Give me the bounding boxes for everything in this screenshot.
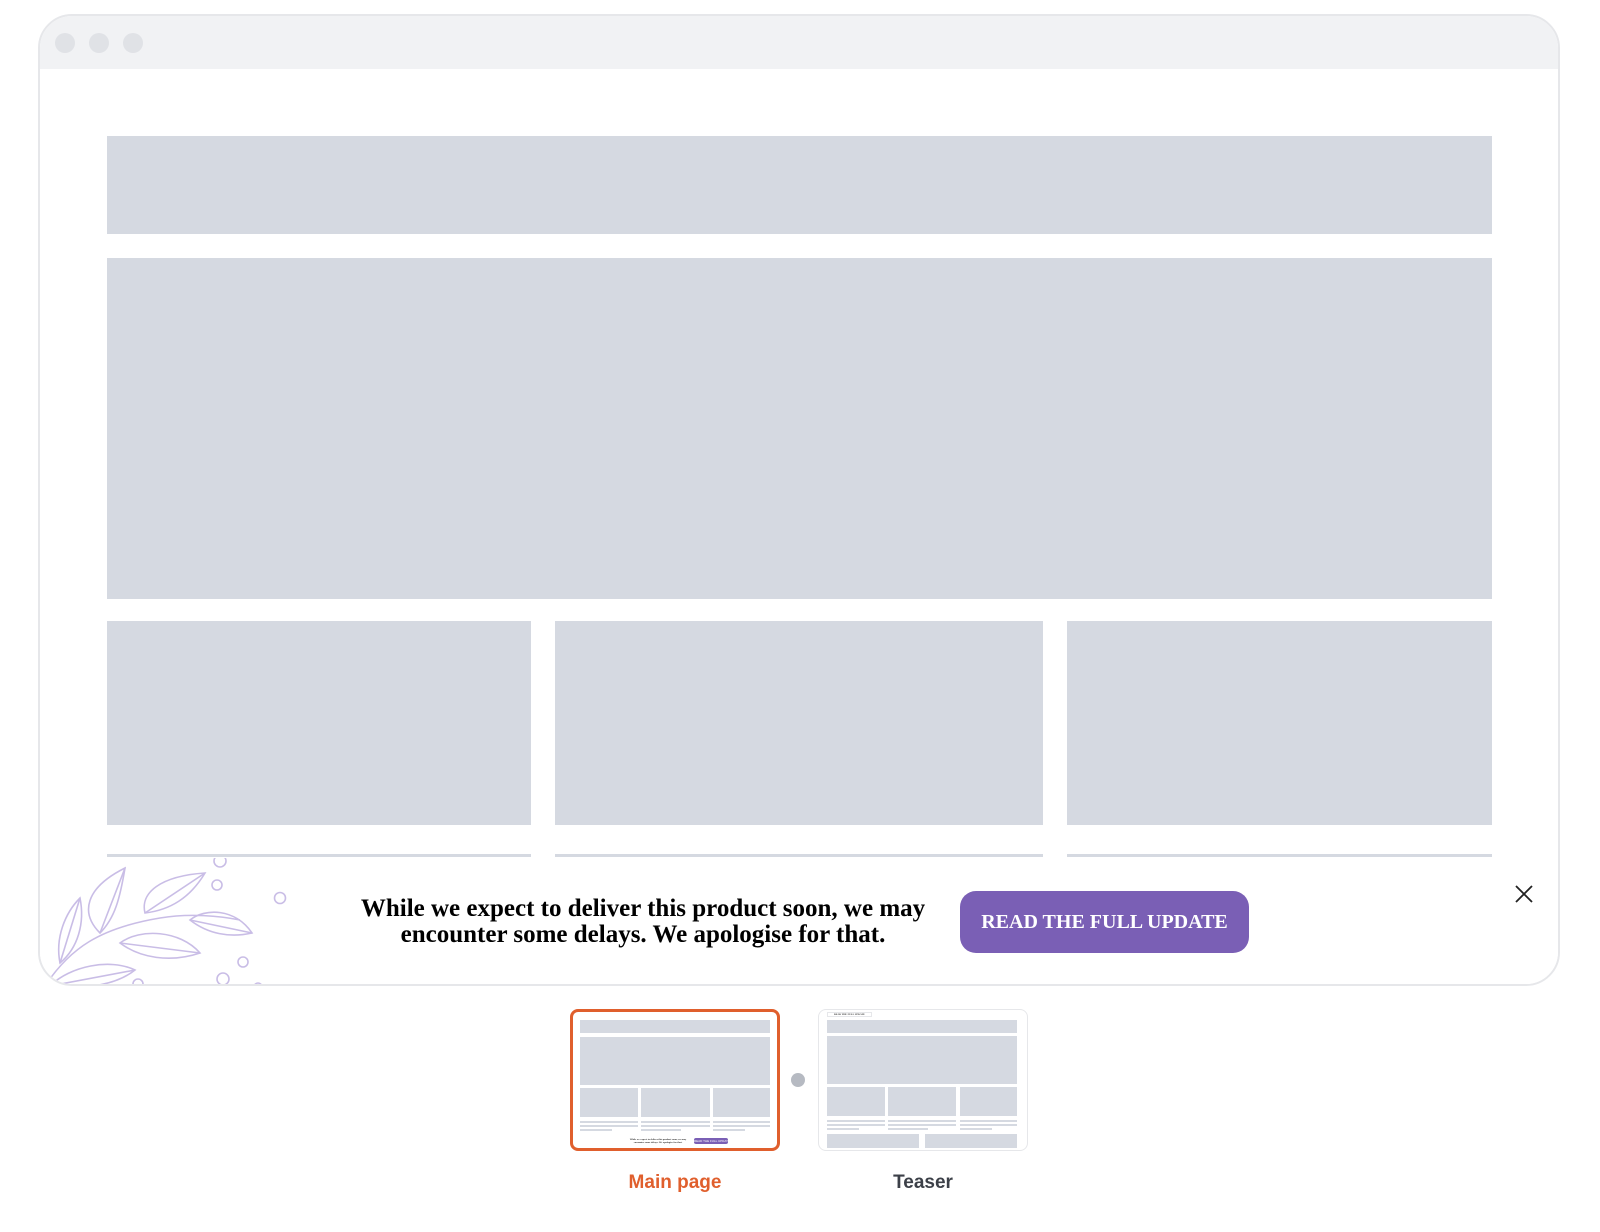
thumb-text-line [580, 1129, 612, 1131]
thumb-text-line [827, 1128, 859, 1130]
banner-message: While we expect to deliver this product … [340, 896, 946, 948]
placeholder-hero [107, 258, 1492, 599]
thumb-text-line [713, 1121, 770, 1123]
thumb-placeholder-header [827, 1020, 1017, 1033]
banner-message-line: While we expect to deliver this product … [360, 895, 926, 922]
thumb-placeholder-card [827, 1087, 885, 1116]
thumb-teaser-tab: READ THE FULL UPDATE [827, 1012, 872, 1017]
thumb-text-line [888, 1128, 928, 1130]
read-full-update-button[interactable]: READ THE FULL UPDATE [960, 891, 1249, 953]
thumbnail-teaser[interactable]: READ THE FULL UPDATE [818, 1009, 1028, 1151]
thumb-text-line [641, 1121, 710, 1123]
thumbnail-label-main-page[interactable]: Main page [570, 1172, 780, 1194]
placeholder-text-line [1067, 854, 1492, 857]
placeholder-card [107, 621, 531, 825]
thumb-text-line [888, 1124, 956, 1126]
thumb-placeholder-card [960, 1087, 1017, 1116]
thumb-placeholder-footer-block [827, 1134, 919, 1148]
thumb-placeholder-hero [827, 1036, 1017, 1084]
banner-message-line: encounter some delays. We apologise for … [400, 921, 886, 948]
placeholder-header [107, 136, 1492, 234]
thumb-placeholder-card [641, 1088, 710, 1117]
thumb-mini-banner-text: While we expect to deliver this product … [629, 1138, 687, 1144]
window-control-dot [123, 33, 143, 53]
thumb-placeholder-card [713, 1088, 770, 1117]
window-control-dot [89, 33, 109, 53]
thumb-text-line [888, 1120, 956, 1122]
placeholder-card [1067, 621, 1492, 825]
placeholder-card [555, 621, 1043, 825]
browser-titlebar [40, 16, 1558, 69]
thumb-text-line [713, 1129, 745, 1131]
window-control-dot [55, 33, 75, 53]
thumb-placeholder-header [580, 1020, 770, 1033]
announcement-banner: While we expect to deliver this product … [40, 858, 1558, 984]
thumb-text-line [960, 1128, 992, 1130]
placeholder-text-line [555, 854, 1043, 857]
thumb-text-line [641, 1129, 681, 1131]
thumb-text-line [827, 1120, 885, 1122]
leaves-decoration [45, 858, 287, 984]
thumb-placeholder-card [888, 1087, 956, 1116]
thumb-text-line [580, 1125, 638, 1127]
carousel-separator-dot [791, 1073, 805, 1087]
placeholder-text-line [107, 854, 531, 857]
thumb-placeholder-card [580, 1088, 638, 1117]
thumb-text-line [960, 1124, 1017, 1126]
thumb-text-line [960, 1120, 1017, 1122]
browser-window: While we expect to deliver this product … [38, 14, 1560, 986]
close-icon[interactable] [1512, 882, 1536, 906]
thumb-placeholder-footer-block [925, 1134, 1017, 1148]
thumb-mini-cta: READ THE FULL UPDATE [694, 1138, 728, 1144]
thumbnail-main-page[interactable]: While we expect to deliver this product … [570, 1009, 780, 1151]
thumb-text-line [580, 1121, 638, 1123]
thumb-text-line [827, 1124, 885, 1126]
thumbnail-label-teaser[interactable]: Teaser [818, 1172, 1028, 1194]
thumb-text-line [641, 1125, 710, 1127]
thumb-text-line [713, 1125, 770, 1127]
thumb-placeholder-hero [580, 1037, 770, 1085]
